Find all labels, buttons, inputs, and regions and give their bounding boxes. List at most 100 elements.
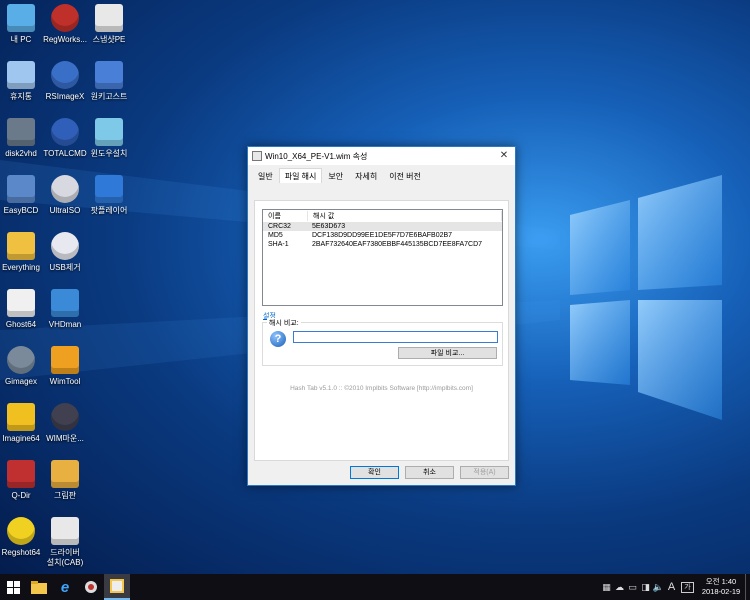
hash-value: 2BAF732640EAF7380EBBF445135BCD7EE8FA7CD7 — [312, 241, 483, 248]
recycle-bin-icon — [7, 61, 35, 89]
hash-value: DCF138D9DD99EE1DE5F7D7E6BAFB02B7 — [312, 232, 453, 239]
disk2vhd-icon — [7, 118, 35, 146]
hash-compare-title: 해시 비교: — [267, 318, 301, 328]
gimagex-icon — [7, 346, 35, 374]
system-tray: ▦ ☁ ▭ ◨ 🔈 A 가 오전 1:40 2018-02-19 — [600, 574, 750, 600]
desktop-icon-label: 드라이버 — [50, 548, 80, 557]
desktop-icon-label: WIM마운... — [46, 434, 84, 443]
hash-compare-input[interactable] — [293, 331, 498, 343]
desktop-icon[interactable]: WIM마운... — [36, 403, 94, 444]
close-icon[interactable]: ✕ — [493, 147, 515, 165]
hash-name: SHA-1 — [268, 241, 289, 248]
hashtab-credit: Hash Tab v5.1.0 :: ©2010 Implbits Softwa… — [290, 385, 473, 392]
computer-icon — [7, 4, 35, 32]
taskbar-properties[interactable] — [104, 574, 130, 600]
tab-previous-versions[interactable]: 이전 버전 — [383, 168, 427, 183]
desktop-icon-label-line2: 설치(CAB) — [46, 558, 84, 567]
wimtool-icon — [51, 346, 79, 374]
volume-icon[interactable]: 🔈 — [652, 582, 665, 593]
desktop-icon[interactable]: 드라이버 설치(CAB) — [36, 517, 94, 568]
clock[interactable]: 오전 1:40 2018-02-19 — [697, 577, 745, 597]
tab-general[interactable]: 일반 — [252, 168, 279, 183]
tab-details[interactable]: 자세히 — [349, 168, 383, 183]
onekey-ghost-icon — [95, 61, 123, 89]
disc-icon — [51, 175, 79, 203]
hash-name: MD5 — [268, 232, 283, 239]
hash-list[interactable]: 이름 해시 값 CRC32 5E63D673 MD5 DCF138D9DD99E… — [262, 209, 503, 306]
dialog-buttons: 확인 취소 적용(A) — [350, 466, 509, 479]
hash-panel: 이름 해시 값 CRC32 5E63D673 MD5 DCF138D9DD99E… — [254, 200, 509, 461]
qdir-icon — [7, 460, 35, 488]
desktop-icon[interactable]: 원키고스트 — [80, 61, 138, 102]
vhdman-icon — [51, 289, 79, 317]
hash-row[interactable]: CRC32 5E63D673 — [263, 222, 502, 231]
network-icon[interactable]: ▭ — [626, 582, 639, 593]
desktop-icon-label: VHDman — [48, 320, 82, 329]
hash-value: 5E63D673 — [312, 223, 346, 230]
properties-window-icon — [110, 579, 124, 593]
hash-row[interactable]: SHA-1 2BAF732640EAF7380EBBF445135BCD7EE8… — [263, 240, 502, 249]
taskbar-app[interactable] — [78, 574, 104, 600]
magnifier-icon — [7, 232, 35, 260]
taskbar-explorer[interactable] — [26, 574, 52, 600]
file-compare-button[interactable]: 파일 비교... — [398, 347, 497, 359]
apply-button[interactable]: 적용(A) — [460, 466, 509, 479]
internet-explorer-icon: e — [60, 578, 70, 596]
desktop-icon-label: 원키고스트 — [90, 92, 128, 101]
wim-mount-icon — [51, 403, 79, 431]
desktop-icon-label: 그림판 — [53, 491, 77, 500]
desktop-icon[interactable]: 팟플레이어 — [80, 175, 138, 216]
driver-ghost-icon — [51, 517, 79, 545]
column-name-header[interactable]: 이름 — [263, 211, 308, 221]
tab-security[interactable]: 보안 — [322, 168, 349, 183]
windows-logo-icon — [6, 580, 20, 594]
column-hash-header[interactable]: 해시 값 — [308, 211, 502, 221]
show-desktop-button[interactable] — [745, 574, 750, 600]
usb-icon — [51, 232, 79, 260]
dialog-title: Win10_X64_PE-V1.wim 속성 — [265, 151, 368, 161]
clock-time: 오전 1:40 — [705, 577, 737, 586]
tab-strip: 일반 파일 해시 보안 자세히 이전 버전 — [248, 165, 515, 183]
desktop-icon[interactable]: WimTool — [36, 346, 94, 387]
imagine-icon — [7, 403, 35, 431]
rsimagex-icon — [51, 61, 79, 89]
file-icon — [252, 151, 262, 161]
tray-app-icon[interactable]: ◨ — [639, 582, 652, 593]
cancel-button[interactable]: 취소 — [405, 466, 454, 479]
tab-file-hash[interactable]: 파일 해시 — [278, 168, 323, 183]
ghost-icon — [7, 289, 35, 317]
desktop-icon[interactable]: 그림판 — [36, 460, 94, 501]
properties-dialog: Win10_X64_PE-V1.wim 속성 ✕ 일반 파일 해시 보안 자세히… — [247, 146, 516, 486]
hash-name: CRC32 — [268, 223, 291, 230]
start-button[interactable] — [0, 574, 26, 600]
taskbar: e ▦ ☁ ▭ ◨ 🔈 A 가 오전 1:40 2018-02-19 — [0, 574, 750, 600]
regworks-icon — [51, 4, 79, 32]
cloud-icon[interactable]: ☁ — [613, 582, 626, 593]
desktop-icon-label: USB제거 — [49, 263, 81, 272]
desktop-icon-label: 팟플레이어 — [90, 206, 128, 215]
taskbar-ie[interactable]: e — [52, 574, 78, 600]
hash-row[interactable]: MD5 DCF138D9DD99EE1DE5F7D7E6BAFB02B7 — [263, 231, 502, 240]
desktop-icon-label: 스냅샷PE — [92, 35, 126, 44]
app-icon — [85, 581, 97, 593]
ime-hangul-indicator[interactable]: 가 — [681, 581, 694, 593]
clock-date: 2018-02-19 — [701, 587, 741, 596]
snapshot-icon — [95, 4, 123, 32]
ime-mode-label[interactable]: A — [665, 581, 678, 593]
windows-setup-icon — [95, 118, 123, 146]
desktop-icon[interactable]: USB제거 — [36, 232, 94, 273]
desktop-icon[interactable]: 윈도우설치 — [80, 118, 138, 159]
hash-compare-group: 해시 비교: ? 파일 비교... — [262, 318, 503, 366]
floppy-icon — [51, 118, 79, 146]
easybcd-icon — [7, 175, 35, 203]
desktop-icon[interactable]: 스냅샷PE — [80, 4, 138, 45]
potplayer-icon — [95, 175, 123, 203]
color-app-icon[interactable]: ▦ — [600, 582, 613, 593]
ok-button[interactable]: 확인 — [350, 466, 399, 479]
question-icon: ? — [270, 331, 286, 347]
dialog-titlebar[interactable]: Win10_X64_PE-V1.wim 속성 ✕ — [248, 147, 515, 165]
desktop-icon-label: WimTool — [49, 377, 81, 386]
desktop-icon[interactable]: VHDman — [36, 289, 94, 330]
folder-icon — [31, 580, 47, 594]
paint-icon — [51, 460, 79, 488]
